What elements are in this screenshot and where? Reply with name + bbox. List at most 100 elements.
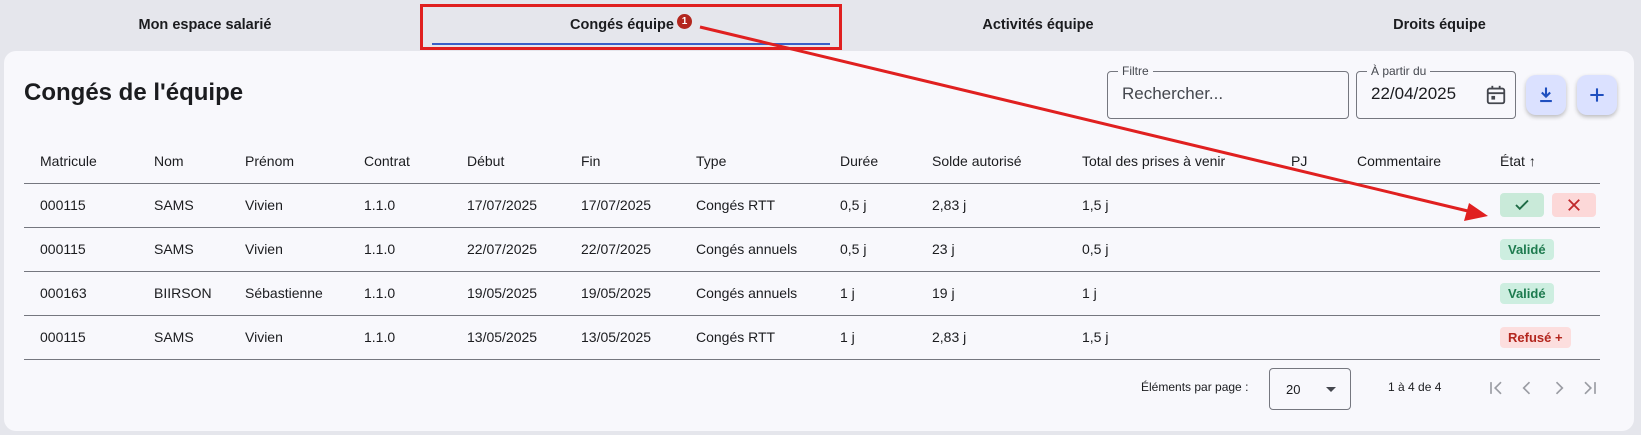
leave-table: Matricule Nom Prénom Contrat Début Fin T… [24, 139, 1600, 360]
cell-fin: 17/07/2025 [565, 183, 680, 228]
col-pj[interactable]: PJ [1275, 139, 1341, 184]
search-input[interactable] [1122, 84, 1322, 104]
cell-nom: SAMS [138, 315, 229, 360]
cell-pj [1275, 315, 1341, 360]
cell-commentaire [1341, 183, 1484, 228]
approve-button[interactable] [1500, 193, 1544, 217]
cell-prenom: Sébastienne [229, 271, 348, 316]
dropdown-caret-icon [1326, 387, 1336, 392]
cell-matricule: 000163 [24, 271, 138, 316]
cell-type: Congés RTT [680, 183, 824, 228]
plus-icon [1590, 88, 1604, 102]
date-input[interactable] [1371, 84, 1481, 104]
cell-pj [1275, 271, 1341, 316]
cell-etat: Refusé + [1484, 315, 1600, 360]
cell-total: 1 j [1066, 271, 1275, 316]
close-icon [1568, 199, 1580, 211]
col-prenom[interactable]: Prénom [229, 139, 348, 184]
col-debut[interactable]: Début [451, 139, 565, 184]
cell-matricule: 000115 [24, 183, 138, 228]
cell-contrat: 1.1.0 [348, 227, 451, 272]
col-fin[interactable]: Fin [565, 139, 680, 184]
tab-mon-espace-salarie[interactable]: Mon espace salarié [0, 0, 410, 50]
cell-duree: 0,5 j [824, 227, 916, 272]
annotation-highlight-box [420, 4, 842, 50]
cell-prenom: Vivien [229, 183, 348, 228]
previous-page-icon[interactable] [1517, 378, 1537, 398]
page-size-value: 20 [1286, 382, 1301, 397]
first-page-icon[interactable] [1486, 378, 1506, 398]
cell-solde: 19 j [916, 271, 1066, 316]
cell-duree: 0,5 j [824, 183, 916, 228]
cell-prenom: Vivien [229, 315, 348, 360]
cell-total: 0,5 j [1066, 227, 1275, 272]
cell-matricule: 000115 [24, 315, 138, 360]
cell-etat-actions [1484, 183, 1600, 228]
tab-label: Droits équipe [1393, 17, 1486, 33]
cell-etat: Validé [1484, 271, 1600, 316]
last-page-icon[interactable] [1580, 378, 1600, 398]
cell-matricule: 000115 [24, 227, 138, 272]
cell-nom: SAMS [138, 183, 229, 228]
download-icon [1540, 87, 1552, 103]
filter-field[interactable]: Filtre [1107, 64, 1349, 119]
download-button[interactable] [1526, 75, 1566, 115]
cell-contrat: 1.1.0 [348, 183, 451, 228]
cell-solde: 2,83 j [916, 315, 1066, 360]
cell-pj [1275, 227, 1341, 272]
col-etat[interactable]: État ↑ [1484, 139, 1600, 184]
table-row[interactable]: 000163 BIIRSON Sébastienne 1.1.0 19/05/2… [24, 271, 1600, 316]
cell-commentaire [1341, 227, 1484, 272]
date-field[interactable]: À partir du [1356, 64, 1516, 119]
cell-nom: BIIRSON [138, 271, 229, 316]
tab-label: Mon espace salarié [138, 17, 272, 33]
table-header-row: Matricule Nom Prénom Contrat Début Fin T… [24, 139, 1600, 184]
cell-debut: 22/07/2025 [451, 227, 565, 272]
cell-type: Congés annuels [680, 227, 824, 272]
table-row[interactable]: 000115 SAMS Vivien 1.1.0 17/07/2025 17/0… [24, 183, 1600, 228]
col-total[interactable]: Total des prises à venir [1066, 139, 1275, 184]
cell-total: 1,5 j [1066, 315, 1275, 360]
next-page-icon[interactable] [1549, 378, 1569, 398]
calendar-icon[interactable] [1485, 84, 1507, 106]
cell-fin: 19/05/2025 [565, 271, 680, 316]
col-etat-label: État [1500, 152, 1525, 169]
reject-button[interactable] [1552, 193, 1596, 217]
cell-solde: 2,83 j [916, 183, 1066, 228]
date-legend: À partir du [1367, 64, 1431, 78]
table-row[interactable]: 000115 SAMS Vivien 1.1.0 13/05/2025 13/0… [24, 315, 1600, 360]
tab-droits-equipe[interactable]: Droits équipe [1238, 0, 1641, 50]
col-matricule[interactable]: Matricule [24, 139, 138, 184]
cell-commentaire [1341, 315, 1484, 360]
cell-total: 1,5 j [1066, 183, 1275, 228]
cell-fin: 22/07/2025 [565, 227, 680, 272]
cell-nom: SAMS [138, 227, 229, 272]
cell-pj [1275, 183, 1341, 228]
add-button[interactable] [1577, 75, 1617, 115]
page-size-label: Éléments par page : [1141, 380, 1249, 394]
col-nom[interactable]: Nom [138, 139, 229, 184]
paginator: Éléments par page : 20 1 à 4 de 4 [4, 366, 1634, 410]
col-contrat[interactable]: Contrat [348, 139, 451, 184]
sort-arrow-up-icon: ↑ [1528, 152, 1536, 169]
col-commentaire[interactable]: Commentaire [1341, 139, 1484, 184]
main-card: Congés de l'équipe Filtre À partir du Ma… [4, 51, 1634, 431]
status-badge-refuse[interactable]: Refusé + [1500, 326, 1571, 348]
col-duree[interactable]: Durée [824, 139, 916, 184]
page-size-select[interactable]: 20 [1269, 368, 1351, 410]
filter-legend: Filtre [1118, 64, 1153, 78]
table-row[interactable]: 000115 SAMS Vivien 1.1.0 22/07/2025 22/0… [24, 227, 1600, 272]
cell-debut: 13/05/2025 [451, 315, 565, 360]
page-title: Congés de l'équipe [24, 79, 244, 106]
cell-prenom: Vivien [229, 227, 348, 272]
cell-duree: 1 j [824, 271, 916, 316]
tab-activites-equipe[interactable]: Activités équipe [838, 0, 1238, 50]
page-range: 1 à 4 de 4 [1388, 380, 1442, 394]
cell-solde: 23 j [916, 227, 1066, 272]
status-badge-valide: Validé [1500, 282, 1554, 304]
cell-debut: 19/05/2025 [451, 271, 565, 316]
col-solde[interactable]: Solde autorisé [916, 139, 1066, 184]
cell-contrat: 1.1.0 [348, 315, 451, 360]
cell-type: Congés RTT [680, 315, 824, 360]
col-type[interactable]: Type [680, 139, 824, 184]
